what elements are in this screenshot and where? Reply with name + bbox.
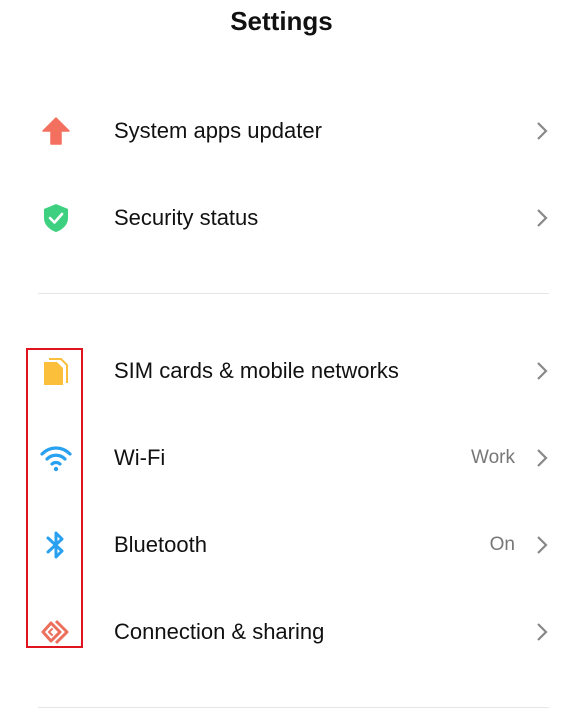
settings-item-sim-cards[interactable]: SIM cards & mobile networks <box>0 341 563 401</box>
item-label: Security status <box>114 205 259 230</box>
chevron-right-icon <box>537 362 548 380</box>
settings-item-bluetooth[interactable]: Bluetooth On <box>0 515 563 575</box>
section-divider <box>38 293 549 294</box>
section-divider <box>38 707 549 708</box>
settings-item-system-apps-updater[interactable]: System apps updater <box>0 101 563 161</box>
item-label: System apps updater <box>114 118 322 143</box>
bluetooth-status-value: On <box>489 534 515 555</box>
settings-item-connection-sharing[interactable]: Connection & sharing <box>0 602 563 662</box>
chevron-right-icon <box>537 623 548 641</box>
chevron-right-icon <box>537 536 548 554</box>
icon-highlight-box <box>26 348 83 648</box>
arrow-up-icon <box>38 113 74 149</box>
page-title: Settings <box>230 6 333 36</box>
chevron-right-icon <box>537 122 548 140</box>
chevron-right-icon <box>537 209 548 227</box>
item-label: Bluetooth <box>114 532 207 557</box>
item-label: Connection & sharing <box>114 619 325 644</box>
settings-item-wifi[interactable]: Wi-Fi Work <box>0 428 563 488</box>
shield-check-icon <box>38 200 74 236</box>
wifi-status-value: Work <box>471 447 515 468</box>
item-label: Wi-Fi <box>114 445 166 470</box>
chevron-right-icon <box>537 449 548 467</box>
item-label: SIM cards & mobile networks <box>114 358 399 383</box>
settings-item-security-status[interactable]: Security status <box>0 188 563 248</box>
